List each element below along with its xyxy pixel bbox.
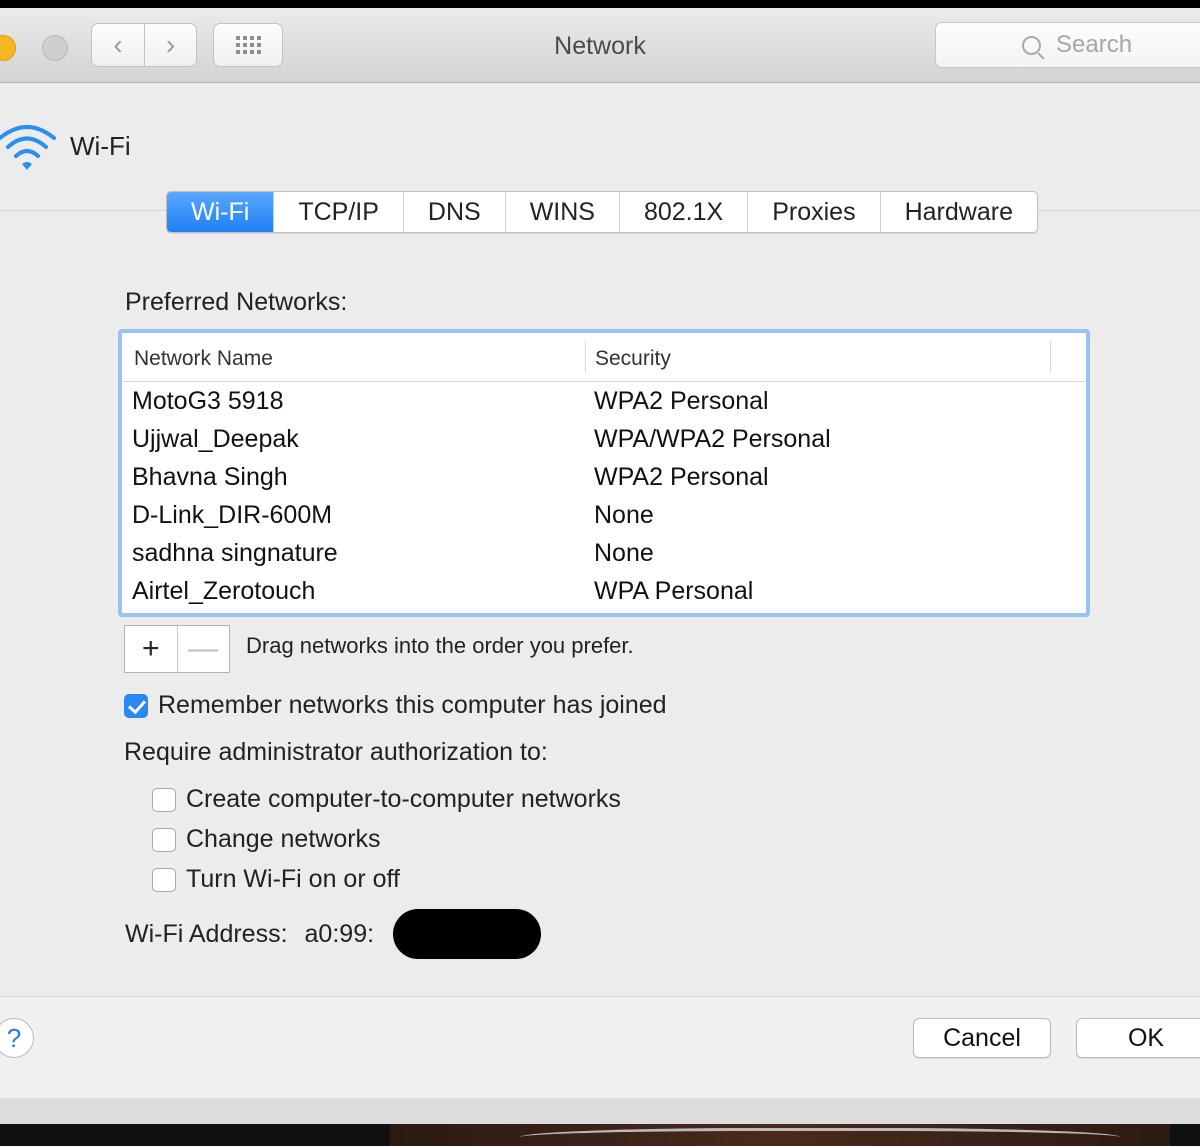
- change-networks-option[interactable]: Change networks: [152, 825, 381, 854]
- column-divider: [585, 341, 586, 373]
- interface-name: Wi-Fi: [70, 130, 131, 161]
- security-cell: None: [594, 501, 654, 529]
- tab-wifi[interactable]: Wi-Fi: [167, 192, 275, 232]
- wifi-icon: [0, 125, 56, 170]
- network-window: ‹ › Network Search Wi-Fi Wi-Fi TCP/IP DN…: [0, 8, 1200, 1124]
- network-name-cell: Ujjwal_Deepak: [132, 425, 299, 453]
- title-bar: ‹ › Network Search: [0, 8, 1200, 83]
- table-row[interactable]: Bhavna Singh WPA2 Personal: [122, 459, 1086, 497]
- tab-wins[interactable]: WINS: [506, 192, 620, 232]
- search-input[interactable]: Search: [935, 22, 1200, 68]
- column-header-security[interactable]: Security: [595, 347, 671, 371]
- security-cell: WPA/WPA2 Personal: [594, 425, 831, 453]
- table-row[interactable]: D-Link_DIR-600M None: [122, 497, 1086, 535]
- ok-button[interactable]: OK: [1076, 1018, 1200, 1058]
- wifi-address: Wi-Fi Address: a0:99:: [125, 920, 374, 949]
- column-divider: [1050, 341, 1051, 373]
- search-icon: [1022, 36, 1041, 55]
- table-row[interactable]: Ujjwal_Deepak WPA/WPA2 Personal: [122, 421, 1086, 459]
- tab-8021x[interactable]: 802.1X: [620, 192, 749, 232]
- toggle-wifi-label: Turn Wi-Fi on or off: [186, 865, 400, 893]
- security-cell: WPA Personal: [594, 577, 754, 605]
- security-cell: None: [594, 539, 654, 567]
- tab-dns[interactable]: DNS: [404, 192, 506, 232]
- remember-networks-option[interactable]: Remember networks this computer has join…: [124, 691, 667, 720]
- toggle-wifi-option[interactable]: Turn Wi-Fi on or off: [152, 865, 400, 894]
- preferred-networks-table[interactable]: Network Name Security MotoG3 5918 WPA2 P…: [118, 329, 1090, 617]
- network-name-cell: D-Link_DIR-600M: [132, 501, 333, 529]
- interface-header: Wi-Fi: [0, 120, 131, 172]
- table-row[interactable]: MotoG3 5918 WPA2 Personal: [122, 383, 1086, 421]
- table-row[interactable]: sadhna singnature None: [122, 535, 1086, 573]
- wifi-address-value: a0:99:: [304, 920, 375, 948]
- add-remove-control: + —: [124, 625, 230, 673]
- table-row[interactable]: Airtel_Zerotouch WPA Personal: [122, 573, 1086, 611]
- remove-network-button[interactable]: —: [176, 626, 230, 672]
- tab-bar: Wi-Fi TCP/IP DNS WINS 802.1X Proxies Har…: [166, 191, 1038, 233]
- network-name-cell: sadhna singnature: [132, 539, 338, 567]
- background-video-strip: [0, 1124, 1200, 1146]
- network-name-cell: Airtel_Zerotouch: [132, 577, 316, 605]
- window-bottom-edge: [0, 1098, 1200, 1124]
- remember-networks-checkbox[interactable]: [124, 693, 148, 718]
- column-header-network-name[interactable]: Network Name: [134, 347, 273, 371]
- preferred-networks-label: Preferred Networks:: [125, 288, 348, 316]
- security-cell: WPA2 Personal: [594, 387, 769, 415]
- create-networks-checkbox[interactable]: [152, 787, 176, 812]
- remember-networks-label: Remember networks this computer has join…: [158, 691, 667, 719]
- tab-proxies[interactable]: Proxies: [748, 192, 881, 232]
- tab-tcpip[interactable]: TCP/IP: [274, 192, 404, 232]
- change-networks-label: Change networks: [186, 825, 381, 853]
- network-name-cell: MotoG3 5918: [132, 387, 284, 415]
- drag-hint: Drag networks into the order you prefer.: [246, 633, 634, 658]
- table-header: Network Name Security: [122, 333, 1086, 382]
- change-networks-checkbox[interactable]: [152, 827, 176, 852]
- create-networks-option[interactable]: Create computer-to-computer networks: [152, 785, 621, 814]
- wifi-address-label: Wi-Fi Address:: [125, 920, 288, 948]
- require-admin-label: Require administrator authorization to:: [124, 738, 548, 766]
- tab-hardware[interactable]: Hardware: [881, 192, 1037, 232]
- network-name-cell: Bhavna Singh: [132, 463, 288, 491]
- toggle-wifi-checkbox[interactable]: [152, 867, 176, 892]
- redaction-mark: [393, 909, 541, 959]
- cancel-button[interactable]: Cancel: [913, 1018, 1051, 1058]
- security-cell: WPA2 Personal: [594, 463, 769, 491]
- search-placeholder: Search: [1056, 31, 1133, 58]
- create-networks-label: Create computer-to-computer networks: [186, 785, 621, 813]
- add-network-button[interactable]: +: [125, 626, 177, 672]
